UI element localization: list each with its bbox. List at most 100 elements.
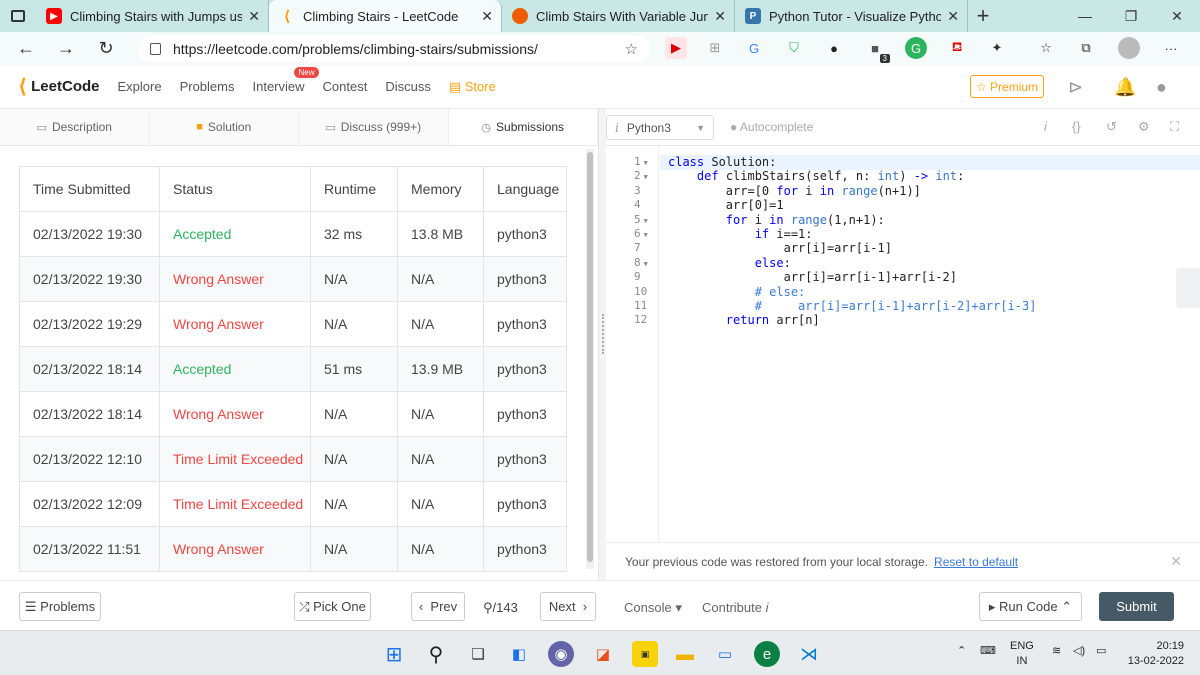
premium-button[interactable]: ☆ Premium (970, 75, 1044, 98)
battery-icon[interactable]: ▭ (1096, 644, 1106, 659)
code-line[interactable]: # arr[i]=arr[i-1]+arr[i-2]+arr[i-3] (668, 299, 1037, 313)
fold-arrow-icon[interactable]: ▼ (644, 217, 648, 225)
browser-tab-youtube[interactable]: ▶ Climbing Stairs with Jumps using ✕ (36, 0, 269, 32)
reset-to-default-link[interactable]: Reset to default (934, 555, 1018, 569)
close-icon[interactable]: ✕ (248, 8, 260, 25)
bell-icon[interactable]: 🔔 (1114, 77, 1136, 98)
prev-button[interactable]: ‹ Prev (411, 592, 465, 621)
wifi-icon[interactable]: ≋ (1052, 644, 1061, 659)
close-icon[interactable]: ✕ (1170, 553, 1182, 570)
run-code-button[interactable]: ▸ Run Code ⌃ (979, 592, 1082, 621)
tab-actions-menu[interactable] (0, 0, 36, 32)
nav-explore[interactable]: Explore (117, 79, 161, 94)
drag-handle-icon[interactable] (602, 314, 604, 354)
search-icon[interactable]: ⚲ (423, 641, 449, 667)
nav-contest[interactable]: Contest (323, 79, 368, 94)
cell-status[interactable]: Accepted (159, 211, 311, 257)
browser-tab-pepcoding[interactable]: Climb Stairs With Variable Jumps ✕ (502, 0, 735, 32)
table-row[interactable]: 02/13/2022 19:30 Wrong Answer N/A N/A python… (19, 256, 567, 302)
table-row[interactable]: 02/13/2022 18:14 Wrong Answer N/A N/A python… (19, 391, 567, 437)
nav-interview[interactable]: Interview New (252, 67, 319, 94)
translate-extension-icon[interactable]: G (743, 37, 765, 59)
code-line[interactable]: for i in range(1,n+1): (668, 213, 885, 227)
cell-status[interactable]: Wrong Answer (159, 391, 311, 437)
code-line[interactable]: arr[0]=1 (668, 198, 784, 212)
chevron-up-icon[interactable]: ⌃ (957, 644, 966, 659)
code-line[interactable]: arr[i]=arr[i-1] (668, 241, 892, 255)
cell-status[interactable]: Accepted (159, 346, 311, 392)
tab-description[interactable]: ▭ Description (0, 109, 150, 145)
pick-one-button[interactable]: ⤮ Pick One (294, 592, 371, 621)
console-toggle[interactable]: Console ▾ (624, 600, 682, 616)
cell-status[interactable]: Wrong Answer (159, 256, 311, 302)
office-icon[interactable]: ◪ (590, 641, 616, 667)
fold-arrow-icon[interactable]: ▼ (644, 159, 648, 167)
code-line[interactable]: def climbStairs(self, n: int) -> int: (668, 169, 964, 183)
windows-start-icon[interactable]: ⊞ (381, 641, 407, 667)
problems-button[interactable]: ☰ Problems (19, 592, 101, 621)
code-line[interactable]: else: (668, 256, 791, 270)
pane-splitter[interactable] (598, 109, 606, 580)
collections-icon[interactable]: ⧉ (1075, 37, 1097, 59)
task-view-icon[interactable]: ❏ (465, 641, 491, 667)
fold-arrow-icon[interactable]: ▼ (644, 260, 648, 268)
close-window-icon[interactable]: ✕ (1154, 0, 1200, 32)
braces-icon[interactable]: {} (1072, 119, 1081, 134)
nav-store[interactable]: ▤ Store (449, 79, 496, 95)
tab-discuss[interactable]: ▭ Discuss (999+) (299, 109, 449, 145)
fold-arrow-icon[interactable]: ▼ (644, 173, 648, 181)
briefcase-extension-icon[interactable]: ■ 3 (864, 37, 890, 63)
refresh-icon[interactable]: ↻ (86, 38, 126, 59)
widgets-icon[interactable]: ◧ (506, 641, 532, 667)
favorite-star-icon[interactable]: ☆ (625, 40, 638, 58)
code-line[interactable]: if i==1: (668, 227, 813, 241)
table-row[interactable]: 02/13/2022 11:51 Wrong Answer N/A N/A python… (19, 526, 567, 572)
settings-icon[interactable]: ⚙ (1138, 119, 1150, 135)
cell-status[interactable]: Wrong Answer (159, 526, 311, 572)
submit-button[interactable]: Submit (1099, 592, 1174, 621)
fullscreen-icon[interactable]: ⛶ (1170, 119, 1179, 135)
clock[interactable]: 20:19 13-02-2022 (1124, 639, 1184, 669)
vscode-icon[interactable]: ⋊ (796, 641, 822, 667)
cell-status[interactable]: Time Limit Exceeded (159, 436, 311, 482)
extensions-puzzle-icon[interactable]: ✦ (986, 37, 1008, 59)
code-line[interactable]: class Solution: (668, 155, 776, 169)
table-row[interactable]: 02/13/2022 19:30 Accepted 32 ms 13.8 MB pyth… (19, 211, 567, 257)
tab-submissions[interactable]: ◷ Submissions (448, 109, 598, 145)
autocomplete-toggle[interactable]: ● Autocomplete (730, 120, 813, 134)
glasses-extension-icon[interactable]: ● (823, 37, 845, 59)
info-icon[interactable]: i (1044, 119, 1047, 134)
fold-arrow-icon[interactable]: ▼ (644, 231, 648, 239)
user-icon[interactable]: ● (1156, 77, 1167, 98)
code-line[interactable]: arr=[0 for i in range(n+1)] (668, 184, 921, 198)
playground-icon[interactable]: ⊳ (1068, 77, 1083, 98)
grammarly-extension-icon[interactable]: G (905, 37, 927, 59)
keyboard-icon[interactable]: ⌨ (980, 644, 996, 659)
table-scrollbar[interactable] (586, 149, 594, 569)
reset-icon[interactable]: ↺ (1106, 119, 1117, 135)
code-line[interactable]: return arr[n] (668, 313, 820, 327)
shield-extension-icon[interactable]: ⛉ (783, 37, 805, 59)
forward-icon[interactable]: → (46, 38, 86, 59)
monitor-app-icon[interactable]: ▭ (712, 641, 738, 667)
cell-status[interactable]: Wrong Answer (159, 301, 311, 347)
close-icon[interactable]: ✕ (947, 8, 959, 25)
close-icon[interactable]: ✕ (714, 8, 726, 25)
file-explorer-icon[interactable]: ▬ (672, 641, 698, 667)
cell-status[interactable]: Time Limit Exceeded (159, 481, 311, 527)
cart-extension-icon[interactable]: ⊞ (704, 37, 726, 59)
teams-chat-icon[interactable]: ◉ (548, 641, 574, 667)
nav-discuss[interactable]: Discuss (385, 79, 431, 94)
edge-browser-icon[interactable]: e (754, 641, 780, 667)
next-button[interactable]: Next › (540, 592, 596, 621)
table-row[interactable]: 02/13/2022 19:29 Wrong Answer N/A N/A python… (19, 301, 567, 347)
table-row[interactable]: 02/13/2022 12:09 Time Limit Exceeded N/A N/… (19, 481, 567, 527)
player-app-icon[interactable]: ▣ (632, 641, 658, 667)
tab-solution[interactable]: ■ Solution (150, 109, 299, 145)
minimize-icon[interactable]: — (1062, 0, 1108, 32)
browser-tab-python-tutor[interactable]: P Python Tutor - Visualize Python, ✕ (735, 0, 968, 32)
more-icon[interactable]: ··· (1160, 37, 1182, 59)
table-row[interactable]: 02/13/2022 12:10 Time Limit Exceeded N/A N/… (19, 436, 567, 482)
code-line[interactable]: arr[i]=arr[i-1]+arr[i-2] (668, 270, 957, 284)
language-select[interactable]: i Python3 ▼ (606, 115, 714, 140)
